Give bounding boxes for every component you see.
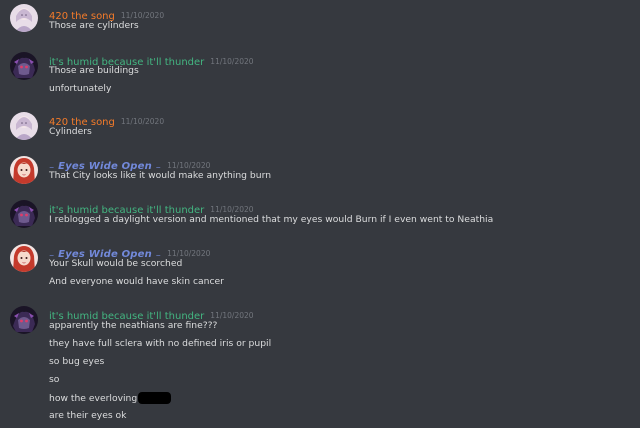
message-text: apparently the neathians are fine??? bbox=[49, 320, 218, 331]
message-header: 420 the song 11/10/2020 bbox=[49, 110, 165, 128]
message-text: Those are buildings bbox=[49, 65, 139, 76]
timestamp: 11/10/2020 bbox=[120, 117, 165, 126]
message-header: it's humid because it'll thunder 11/10/20… bbox=[49, 304, 254, 322]
timestamp: 11/10/2020 bbox=[210, 205, 254, 214]
message-header: 420 the song 11/10/2020 bbox=[49, 4, 165, 22]
red-hair-avatar-icon[interactable] bbox=[10, 244, 38, 272]
message-text: how the everloving bbox=[49, 393, 138, 404]
message-header: ₋ Eyes Wide Open ₋ 11/10/2020 bbox=[49, 154, 211, 172]
message-text: And everyone would have skin cancer bbox=[49, 276, 224, 287]
message-text-with-redaction: how the everloving bbox=[49, 392, 172, 405]
chat-message-list: 420 the song 11/10/2020 Those are cylinde… bbox=[0, 0, 640, 428]
timestamp: 11/10/2020 bbox=[120, 11, 165, 20]
message-text: are their eyes ok bbox=[49, 410, 127, 421]
message-text: Cylinders bbox=[49, 126, 92, 137]
red-hair-avatar-icon[interactable] bbox=[10, 156, 38, 184]
message-text: they have full sclera with no defined ir… bbox=[49, 338, 272, 349]
timestamp: 11/10/2020 bbox=[167, 249, 211, 258]
message-header: it's humid because it'll thunder 11/10/20… bbox=[49, 198, 254, 216]
timestamp: 11/10/2020 bbox=[210, 57, 254, 66]
message-header: ₋ Eyes Wide Open ₋ 11/10/2020 bbox=[49, 242, 211, 260]
timestamp: 11/10/2020 bbox=[167, 161, 211, 170]
timestamp: 11/10/2020 bbox=[210, 311, 254, 320]
dark-anime-avatar-icon[interactable] bbox=[10, 306, 38, 334]
dark-anime-avatar-icon[interactable] bbox=[10, 200, 38, 228]
message-text: That City looks like it would make anyth… bbox=[49, 170, 272, 181]
dark-anime-avatar-icon[interactable] bbox=[10, 52, 38, 80]
girl-avatar-icon[interactable] bbox=[10, 4, 38, 32]
message-text: I reblogged a daylight version and menti… bbox=[49, 214, 494, 225]
message-text: so bbox=[49, 374, 60, 385]
message-text: unfortunately bbox=[49, 83, 112, 94]
message-text: Your Skull would be scorched bbox=[49, 258, 183, 269]
redaction-bar bbox=[138, 392, 172, 404]
message-text: so bug eyes bbox=[49, 356, 105, 367]
message-header: it's humid because it'll thunder 11/10/20… bbox=[49, 50, 254, 68]
message-text: Those are cylinders bbox=[49, 20, 139, 31]
girl-avatar-icon[interactable] bbox=[10, 112, 38, 140]
